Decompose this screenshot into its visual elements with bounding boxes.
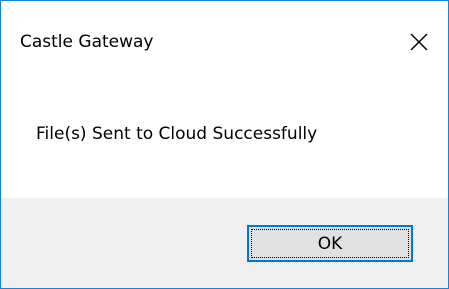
dialog-body: File(s) Sent to Cloud Successfully (1, 61, 448, 198)
ok-button-label: OK (317, 233, 343, 254)
title-bar[interactable]: Castle Gateway (1, 1, 448, 52)
button-bar: OK (1, 198, 448, 288)
ok-button[interactable]: OK (247, 225, 413, 262)
close-button[interactable] (390, 23, 448, 61)
message-dialog: Castle Gateway File(s) Sent to Cloud Suc… (0, 0, 449, 289)
message-text: File(s) Sent to Cloud Successfully (36, 124, 318, 144)
window-title: Castle Gateway (20, 32, 154, 52)
close-icon (410, 33, 428, 51)
